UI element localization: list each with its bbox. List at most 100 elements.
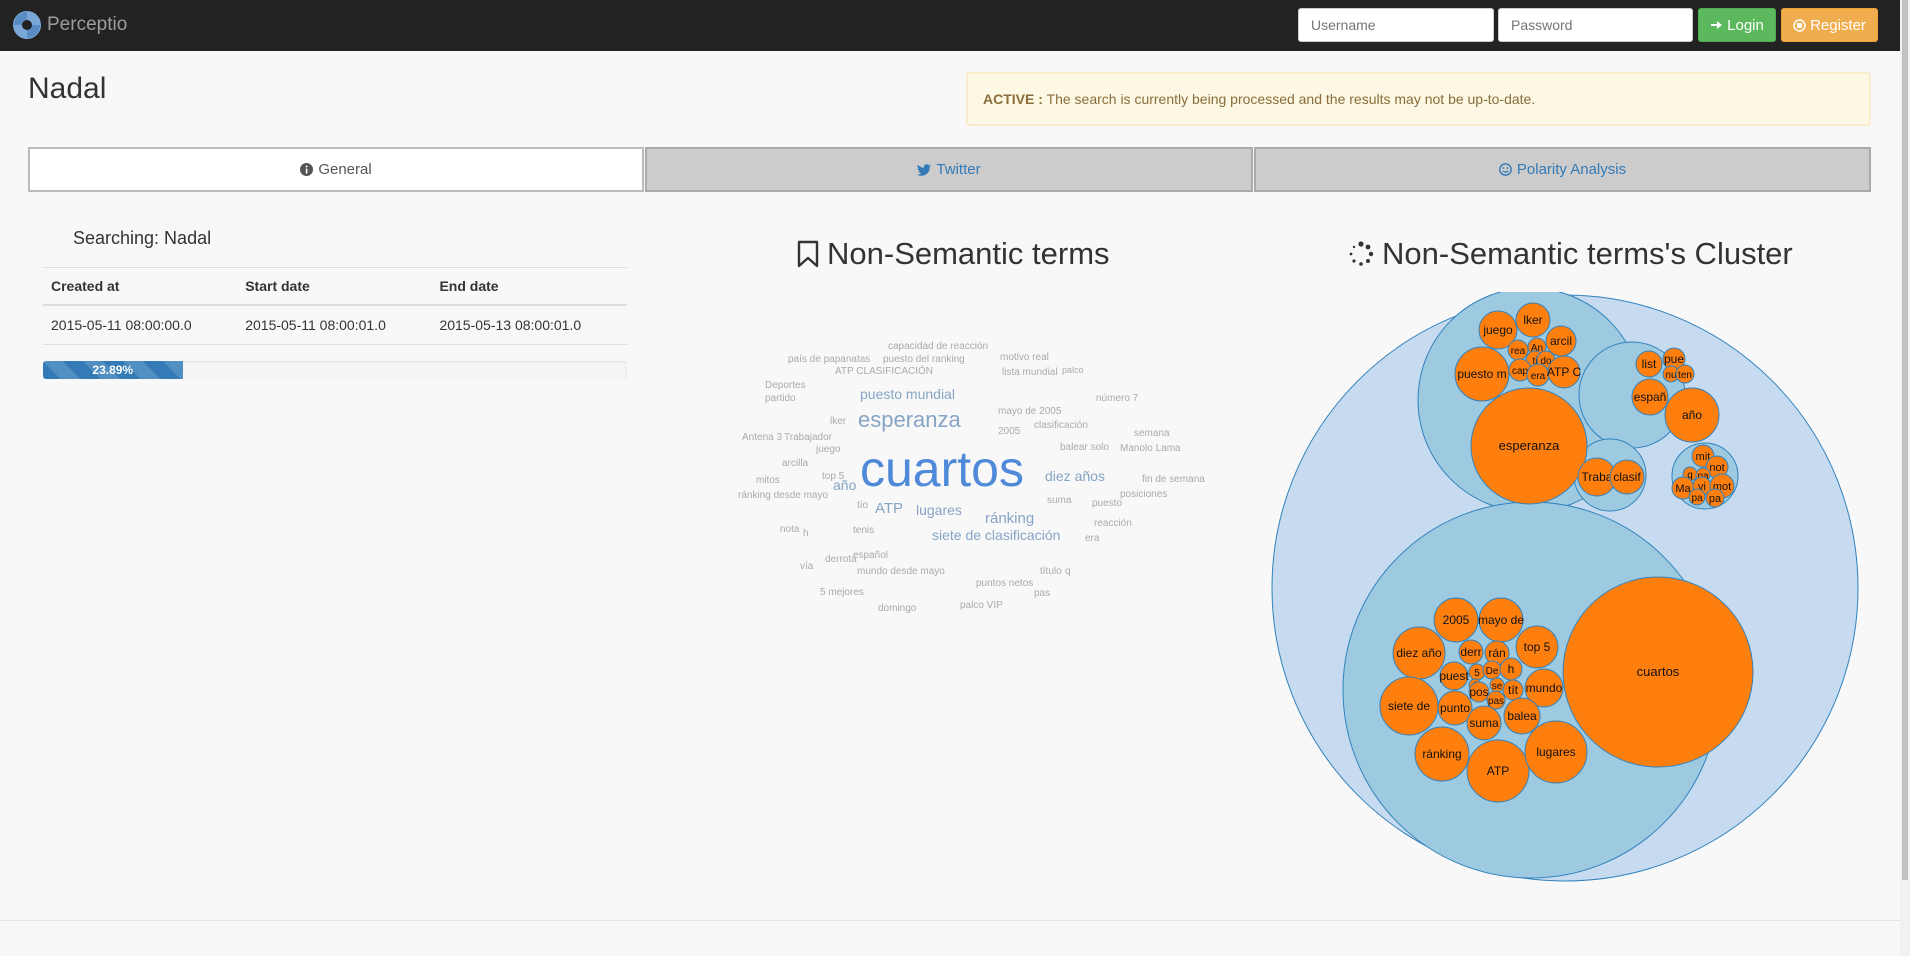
word-cloud-term: suma — [1047, 495, 1072, 506]
word-cloud-term: posiciones — [1120, 489, 1168, 500]
cluster-bubble-label: mundo — [1526, 681, 1563, 695]
cluster-bubble-label: nu — [1665, 370, 1676, 381]
progress-bar-track: 23.89% — [43, 361, 627, 379]
word-cloud-term: arcilla — [782, 458, 809, 469]
word-cloud-term: palco VIP — [960, 600, 1003, 611]
cluster-bubble-label: 2005 — [1443, 613, 1470, 627]
tab-polarity-analysis[interactable]: Polarity Analysis — [1254, 147, 1871, 192]
tab-general-label: General — [318, 161, 372, 178]
cluster-bubble-label: pas — [1488, 696, 1504, 707]
word-cloud-term: cuartos — [860, 441, 1024, 497]
word-cloud-term: domingo — [878, 603, 917, 614]
alert-message: The search is currently being processed … — [1042, 91, 1536, 107]
word-cloud-term: título — [1040, 566, 1062, 577]
table-row: 2015-05-11 08:00:00.0 2015-05-11 08:00:0… — [43, 305, 627, 345]
table-header-row: Created at Start date End date — [43, 267, 627, 306]
word-cloud-term: 2005 — [998, 426, 1021, 437]
cluster-bubble-label: puesto m — [1457, 367, 1506, 381]
word-cloud-term: siete de clasificación — [932, 527, 1061, 543]
cluster-bubble-label: lugares — [1536, 745, 1575, 759]
searching-label: Searching: Nadal — [73, 228, 212, 248]
cluster-bubble-label: cap — [1512, 366, 1529, 377]
cluster-bubble-label: diez año — [1396, 646, 1442, 660]
word-cloud-term: era — [1085, 533, 1100, 544]
word-cloud-term: Antena 3 — [742, 432, 783, 443]
cluster-bubble-label: balea — [1507, 709, 1537, 723]
word-cloud-term: Deportes — [765, 380, 806, 391]
cluster-bubble-label: puest — [1439, 669, 1469, 683]
progress-bar-fill: 23.89% — [43, 361, 183, 379]
cluster-bubble-label: ATP — [1487, 764, 1509, 778]
word-cloud-term: tío — [857, 500, 869, 511]
cluster-bubble-label: españ — [1634, 390, 1667, 404]
alert-status: ACTIVE : — [983, 91, 1043, 107]
cluster-bubble-label: arcil — [1550, 334, 1572, 348]
word-cloud-term: ránking desde mayo — [738, 490, 829, 501]
cluster-bubble-label: pos — [1469, 685, 1488, 699]
password-input[interactable] — [1498, 8, 1693, 42]
cluster-bubble-label: clasif — [1613, 470, 1641, 484]
word-cloud-term: nota — [780, 524, 800, 535]
cluster-bubble-label: se — [1492, 681, 1503, 692]
word-cloud-term: partido — [765, 393, 796, 404]
cluster-bubble-label: lker — [1523, 313, 1542, 327]
cluster-bubble-label: juego — [1482, 323, 1513, 337]
tab-general[interactable]: General — [28, 147, 644, 192]
cluster-bubble-label: ten — [1678, 370, 1692, 381]
register-icon — [1793, 18, 1806, 32]
cluster-bubble-label: rea — [1511, 346, 1526, 357]
end-date-value: 2015-05-13 08:00:01.0 — [431, 305, 627, 345]
cluster-bubble-label: mayo de — [1478, 613, 1524, 627]
search-info-table: Created at Start date End date 2015-05-1… — [43, 267, 627, 345]
word-cloud-term: derrota — [825, 554, 857, 565]
login-button[interactable]: Login — [1698, 8, 1776, 42]
cluster-bubble-label: suma — [1469, 716, 1499, 730]
bookmark-icon — [797, 240, 819, 268]
cluster-bubble-label: h — [1508, 662, 1515, 676]
scrollbar-thumb[interactable] — [1902, 0, 1908, 880]
word-cloud-term: Manolo Lama — [1120, 443, 1181, 454]
register-button[interactable]: Register — [1781, 8, 1878, 42]
page-title: Nadal — [28, 72, 107, 105]
bubble-cluster-chart: juegolkerarcilrea Anti docap era ATP Cpuesto… — [1271, 292, 1859, 882]
header-start-date: Start date — [237, 267, 432, 306]
cluster-bubble-label: not — [1709, 462, 1724, 474]
word-cloud-term: lista mundial — [1002, 367, 1058, 378]
word-cloud-term: h — [803, 528, 809, 539]
word-cloud: cuartos esperanza puesto mundial diez años r… — [730, 340, 1210, 614]
cluster-bubble-label: cuartos — [1637, 664, 1680, 679]
cluster-bubble-label: esperanza — [1499, 438, 1560, 453]
word-cloud-term: q — [1065, 566, 1071, 577]
word-cloud-term: top 5 — [822, 471, 845, 482]
brand[interactable]: Perceptio — [12, 10, 127, 40]
spinner-icon — [1349, 241, 1374, 266]
word-cloud-term: puesto mundial — [860, 386, 955, 402]
created-at-value: 2015-05-11 08:00:00.0 — [43, 305, 238, 345]
username-input[interactable] — [1298, 8, 1494, 42]
cluster-title: Non-Semantic terms's Cluster — [1348, 236, 1793, 272]
word-cloud-term: juego — [816, 444, 841, 455]
header-end-date: End date — [431, 267, 627, 306]
word-cloud-term: diez años — [1045, 468, 1105, 484]
word-cloud-term: lugares — [916, 502, 962, 518]
word-cloud-term: puntos netos — [976, 578, 1034, 589]
start-date-value: 2015-05-11 08:00:01.0 — [237, 305, 432, 345]
word-cloud-term: número 7 — [1096, 393, 1139, 404]
word-cloud-term: mitos — [756, 475, 780, 486]
active-alert: ACTIVE : The search is currently being p… — [966, 72, 1871, 126]
word-cloud-term: puesto — [1092, 498, 1123, 509]
tab-polarity-label: Polarity Analysis — [1516, 161, 1627, 178]
wordcloud-title-label: Non-Semantic terms — [827, 236, 1110, 271]
word-cloud-term: lker — [830, 416, 847, 427]
top-navbar: Perceptio Login Register — [0, 0, 1900, 51]
cluster-bubble-label: año — [1682, 408, 1702, 422]
cluster-bubble-label: ránking — [1422, 747, 1461, 761]
word-cloud-term: vía — [800, 561, 814, 572]
word-cloud-term: tenis — [853, 525, 875, 536]
twitter-icon — [917, 163, 932, 176]
smile-icon — [1498, 163, 1512, 176]
cluster-bubble-label: De — [1486, 666, 1499, 677]
tab-twitter[interactable]: Twitter — [645, 147, 1253, 192]
header-created-at: Created at — [43, 267, 238, 306]
word-cloud-term: ránking — [985, 510, 1035, 527]
